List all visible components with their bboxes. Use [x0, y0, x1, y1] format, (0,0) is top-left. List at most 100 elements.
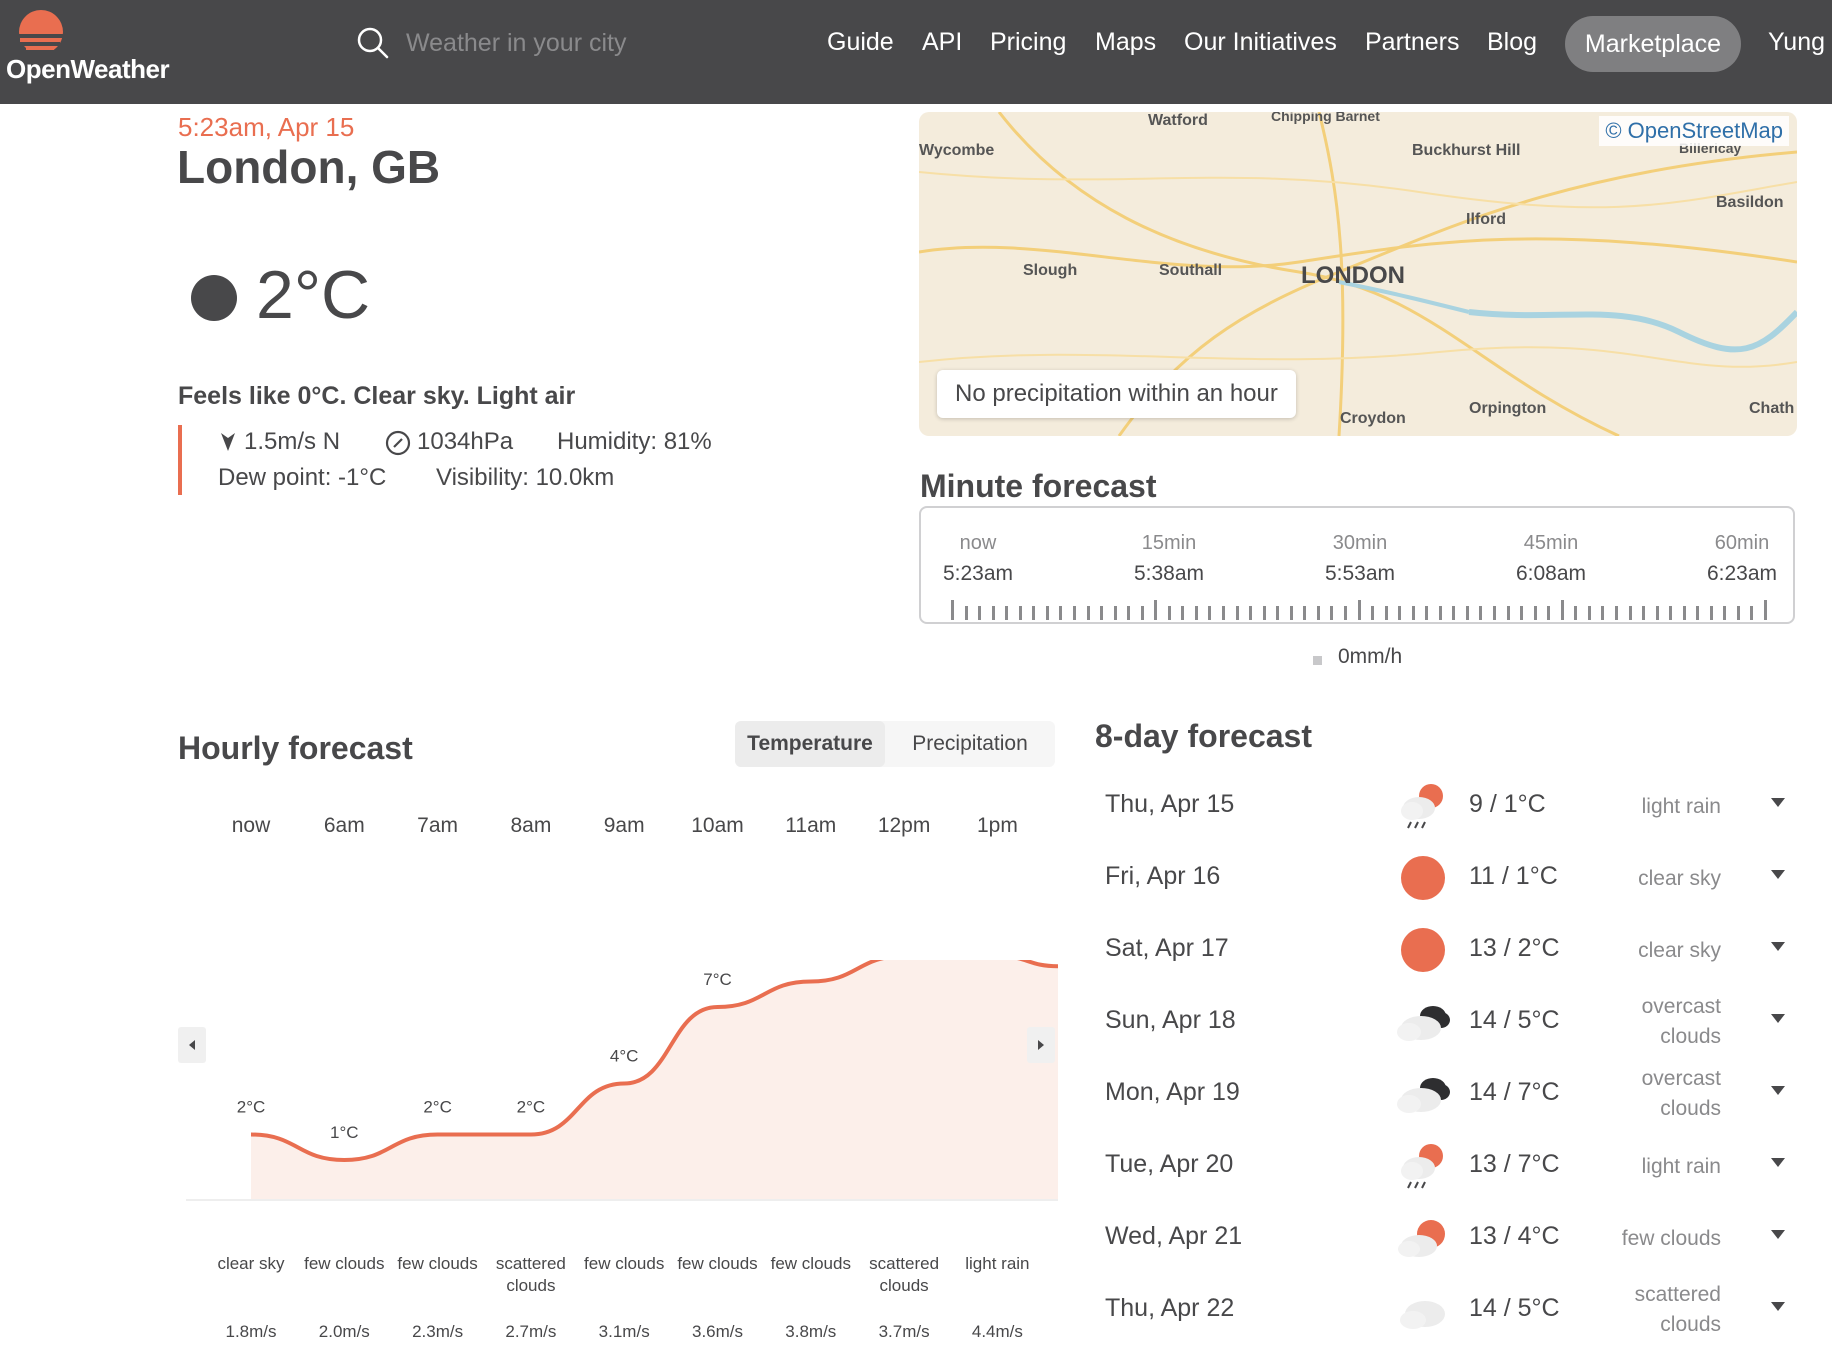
- expand-caret-icon[interactable]: [1771, 1230, 1785, 1239]
- day-name: Fri, Apr 16: [1105, 862, 1221, 890]
- hour-label: 6am: [323, 814, 365, 837]
- expand-caret-icon[interactable]: [1771, 870, 1785, 879]
- expand-caret-icon[interactable]: [1771, 1302, 1785, 1311]
- map-label: Chipping Barnet: [1271, 112, 1380, 124]
- rain-sun-icon: [1401, 1144, 1443, 1189]
- map-label: LONDON: [1301, 262, 1405, 289]
- nav-api[interactable]: API: [922, 28, 962, 57]
- day-temperature: 13 / 7°C: [1469, 1150, 1560, 1178]
- minute-tick: [1222, 606, 1225, 620]
- user-menu[interactable]: Yung: [1768, 28, 1825, 57]
- minute-tick-time: 6:23am: [1706, 562, 1778, 585]
- top-navigation-bar: OpenWeather Guide API Pricing Maps Our I…: [0, 0, 1832, 104]
- minute-tick: [1736, 606, 1740, 620]
- daily-forecast-row[interactable]: Fri, Apr 16 11 / 1°C clear sky: [1095, 842, 1795, 914]
- minute-tick: [1303, 606, 1307, 620]
- city-name: London, GB: [177, 141, 441, 193]
- city-search-input[interactable]: [404, 22, 768, 64]
- day-description: light rain: [1641, 795, 1721, 818]
- hour-label: 10am: [691, 814, 744, 837]
- expand-caret-icon[interactable]: [1771, 1014, 1785, 1023]
- minute-tick: [1533, 606, 1537, 620]
- daily-forecast-row[interactable]: Sun, Apr 18 14 / 5°C overcast clouds: [1095, 986, 1795, 1058]
- minute-tick: [1669, 606, 1673, 620]
- hour-condition: clear sky: [217, 1254, 285, 1273]
- day-temperature: 11 / 1°C: [1469, 862, 1558, 890]
- temperature-data-label: 8°C: [797, 960, 826, 964]
- map-label: Chath: [1749, 400, 1795, 417]
- nav-guide[interactable]: Guide: [827, 28, 894, 57]
- minute-tick: [1208, 606, 1212, 620]
- expand-caret-icon[interactable]: [1771, 1086, 1785, 1095]
- minute-tick: [1764, 600, 1767, 620]
- day-name: Wed, Apr 21: [1105, 1222, 1243, 1250]
- day-description: overcast clouds: [1641, 995, 1721, 1048]
- minute-tick: [1601, 606, 1605, 620]
- minute-tick: [1154, 600, 1158, 620]
- tab-precipitation[interactable]: Precipitation: [885, 721, 1055, 767]
- map-label: Watford: [1148, 112, 1208, 129]
- minute-tick-label: 60min: [1714, 532, 1770, 554]
- daily-forecast-row[interactable]: Mon, Apr 19 14 / 7°C overcast clouds: [1095, 1058, 1795, 1130]
- overcast-icon: [1397, 1078, 1450, 1113]
- hour-label: 9am: [603, 814, 645, 837]
- minute-tick: [978, 606, 982, 620]
- current-temperature: 2°C: [256, 257, 371, 333]
- pressure-value: 1034hPa: [417, 428, 514, 455]
- hourly-chart-toggle: Temperature Precipitation: [735, 721, 1055, 767]
- minute-tick: [1479, 606, 1483, 620]
- daily-forecast-row[interactable]: Tue, Apr 20 13 / 7°C light rain: [1095, 1130, 1795, 1202]
- minute-tick-time: 5:53am: [1324, 562, 1396, 585]
- tab-temperature[interactable]: Temperature: [735, 721, 885, 767]
- minute-tick-time: 6:08am: [1515, 562, 1587, 585]
- scroll-right-button[interactable]: [1027, 1027, 1055, 1063]
- minute-tick: [1032, 606, 1036, 620]
- openweather-logo[interactable]: OpenWeather: [6, 6, 176, 86]
- nav-our-initiatives[interactable]: Our Initiatives: [1184, 28, 1337, 57]
- search-icon[interactable]: [356, 26, 390, 60]
- hour-wind: 3.8m/s: [785, 1322, 837, 1341]
- daily-forecast-row[interactable]: Wed, Apr 21 13 / 4°C few clouds: [1095, 1202, 1795, 1274]
- minute-tick: [1587, 606, 1591, 620]
- minute-tick: [1642, 606, 1646, 620]
- hour-label: 7am: [417, 814, 459, 837]
- map-label: Croydon: [1340, 410, 1406, 427]
- day-temperature: 13 / 4°C: [1469, 1222, 1560, 1250]
- map-label: Southall: [1159, 262, 1223, 279]
- day-description: light rain: [1641, 1155, 1721, 1178]
- minute-tick: [1059, 606, 1063, 620]
- minute-tick: [1072, 606, 1076, 620]
- weather-map[interactable]: Watford Chipping Barnet Wycombe Buckhurs…: [919, 112, 1797, 436]
- precipitation-legend-swatch: [1313, 656, 1322, 665]
- daily-forecast-row[interactable]: Thu, Apr 22 14 / 5°C scattered clouds: [1095, 1274, 1795, 1346]
- minute-tick: [1750, 606, 1754, 620]
- minute-tick-label: 15min: [1141, 532, 1197, 554]
- hour-label: 1pm: [976, 814, 1018, 837]
- temperature-data-label: 4°C: [610, 1047, 639, 1066]
- marketplace-button[interactable]: Marketplace: [1565, 16, 1741, 72]
- minute-tick: [1100, 606, 1104, 620]
- rain-sun-icon: [1401, 784, 1443, 829]
- nav-maps[interactable]: Maps: [1095, 28, 1156, 57]
- minute-tick: [1520, 606, 1524, 620]
- daily-forecast-row[interactable]: Sat, Apr 17 13 / 2°C clear sky: [1095, 914, 1795, 986]
- minute-tick: [1465, 606, 1469, 620]
- nav-partners[interactable]: Partners: [1365, 28, 1459, 57]
- expand-caret-icon[interactable]: [1771, 798, 1785, 807]
- precipitation-legend: 0mm/h: [1338, 645, 1403, 668]
- minute-tick: [1547, 606, 1551, 620]
- expand-caret-icon[interactable]: [1771, 942, 1785, 951]
- visibility-value: Visibility: 10.0km: [436, 464, 615, 491]
- minute-tick: [1005, 606, 1009, 620]
- nav-pricing[interactable]: Pricing: [990, 28, 1066, 57]
- hour-condition: few clouds: [584, 1254, 665, 1273]
- temperature-data-label: 2°C: [423, 1098, 452, 1117]
- nav-blog[interactable]: Blog: [1487, 28, 1537, 57]
- openstreetmap-attribution[interactable]: © OpenStreetMap: [1599, 116, 1789, 146]
- day-description: few clouds: [1621, 1227, 1721, 1250]
- minute-tick: [1235, 606, 1239, 620]
- wind-speed: 1.5m/s N: [244, 428, 341, 455]
- daily-forecast-row[interactable]: Thu, Apr 15 9 / 1°C light rain: [1095, 770, 1795, 842]
- expand-caret-icon[interactable]: [1771, 1158, 1785, 1167]
- minute-tick: [1262, 606, 1266, 620]
